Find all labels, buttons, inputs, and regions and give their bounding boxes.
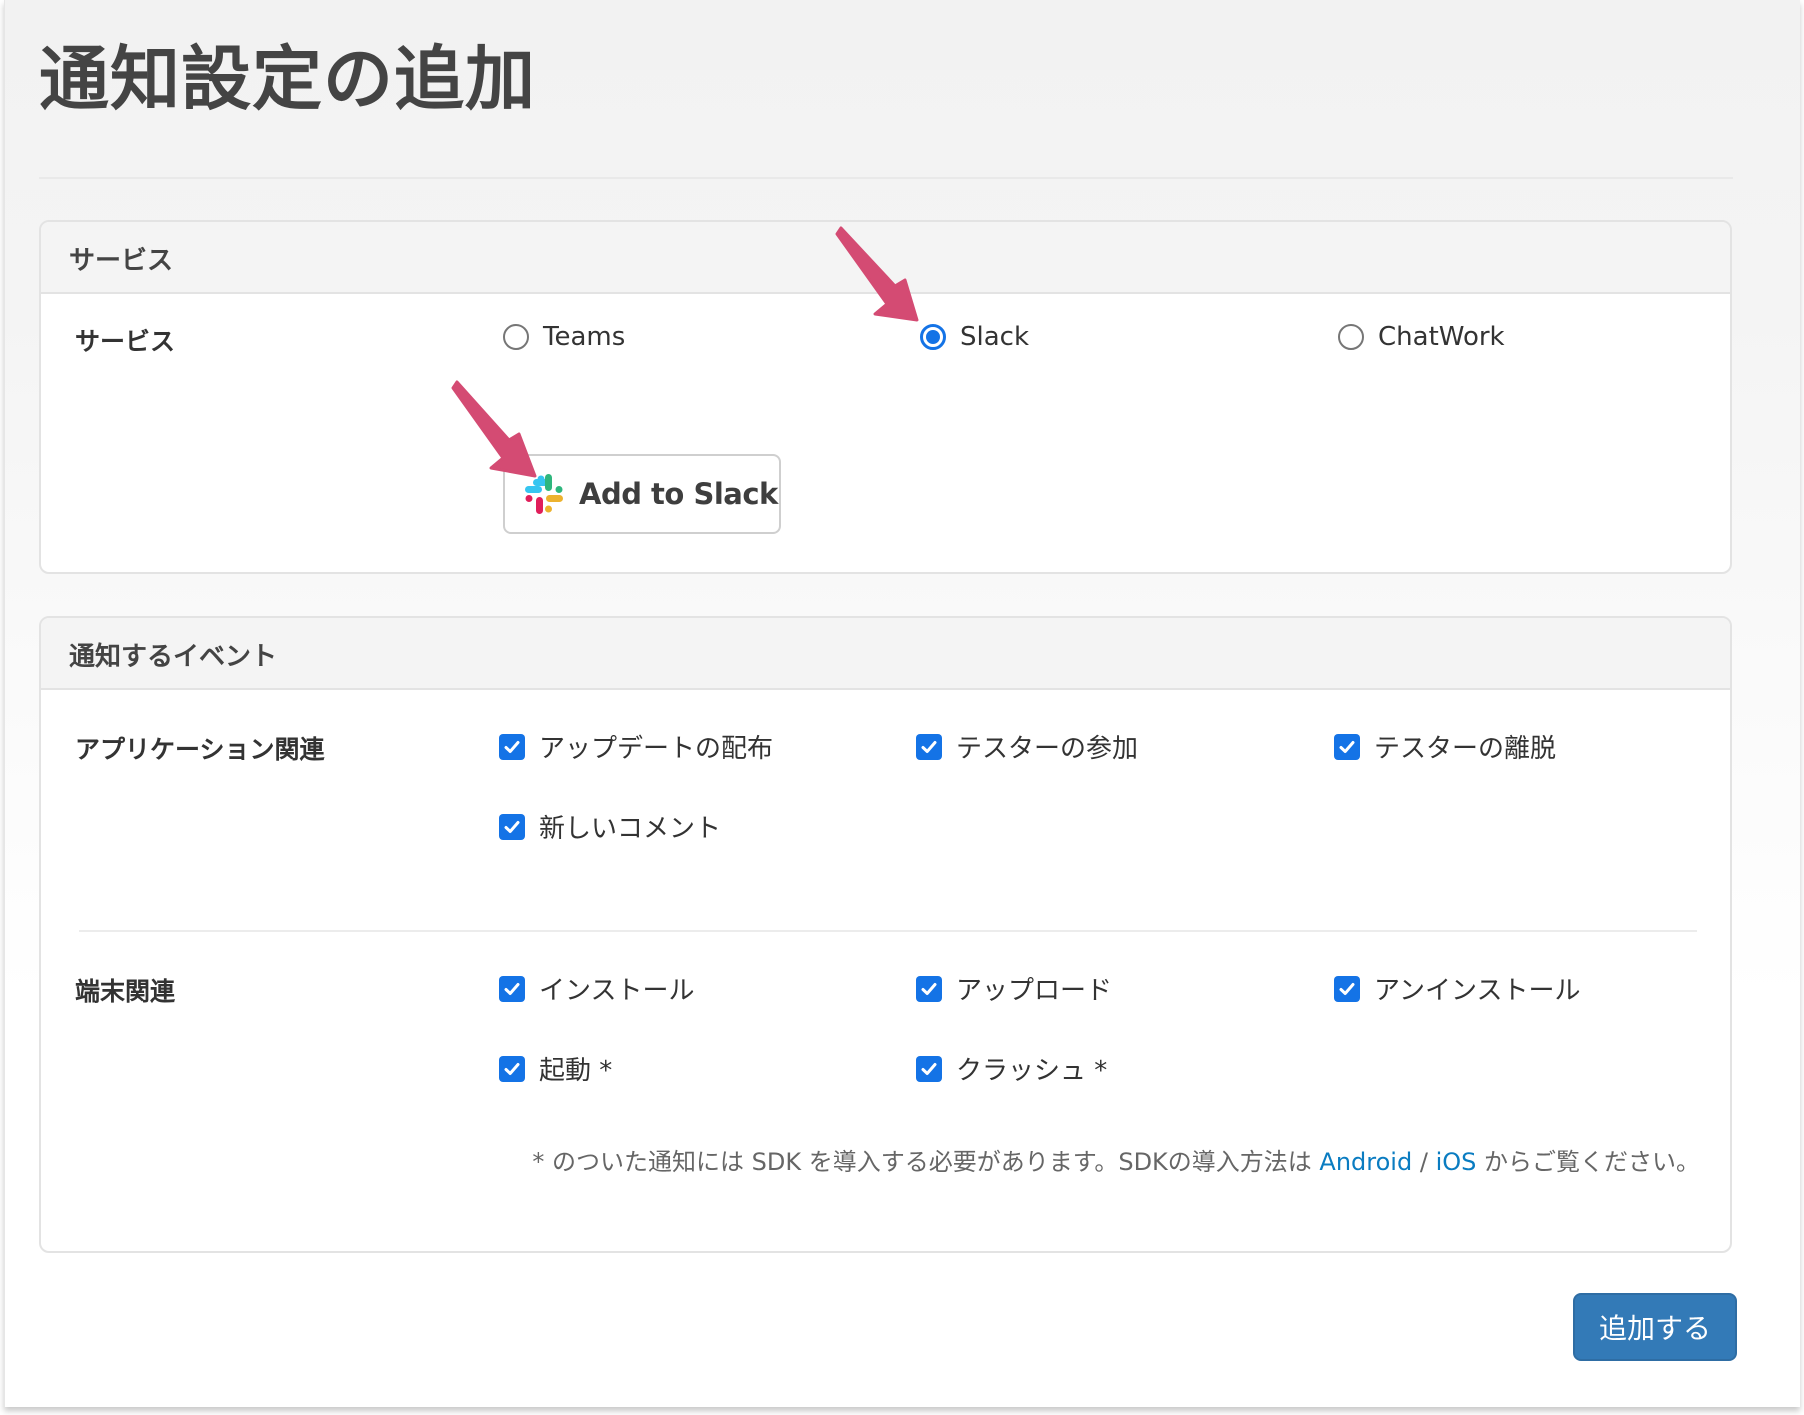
checkbox-checked-icon[interactable] <box>916 733 942 760</box>
android-link[interactable]: Android <box>1319 1148 1412 1176</box>
sdk-note-suffix: からご覧ください。 <box>1476 1148 1700 1176</box>
checkbox-label: 新しいコメント <box>539 814 722 844</box>
service-panel: サービス サービス Teams Slack ChatWork Add to Sl… <box>39 220 1732 574</box>
checkbox-checked-icon[interactable] <box>1334 733 1360 760</box>
submit-add-button[interactable]: 追加する <box>1573 1293 1737 1361</box>
checkbox-checked-icon[interactable] <box>499 975 525 1002</box>
checkbox-launch[interactable]: 起動 * <box>499 1050 612 1087</box>
sdk-note-prefix: * のついた通知には SDK を導入する必要があります。SDKの導入方法は <box>532 1148 1320 1176</box>
checkbox-label: アンインストール <box>1374 976 1581 1006</box>
radio-teams-label: Teams <box>543 322 626 352</box>
checkbox-tester-leave[interactable]: テスターの離脱 <box>1334 728 1556 765</box>
checkbox-label: アップロード <box>956 976 1113 1006</box>
service-panel-heading: サービス <box>41 222 1730 294</box>
radio-chatwork-label: ChatWork <box>1378 322 1505 352</box>
title-divider <box>39 177 1733 179</box>
ios-link[interactable]: iOS <box>1436 1148 1477 1176</box>
radio-chatwork-button[interactable] <box>1338 324 1364 350</box>
checkbox-checked-icon[interactable] <box>916 975 942 1002</box>
checkbox-checked-icon[interactable] <box>499 813 525 840</box>
events-panel-heading: 通知するイベント <box>41 618 1730 690</box>
checkbox-checked-icon[interactable] <box>916 1055 942 1082</box>
radio-slack[interactable]: Slack <box>920 322 1029 352</box>
checkbox-upload[interactable]: アップロード <box>916 970 1112 1007</box>
checkbox-checked-icon[interactable] <box>499 1055 525 1082</box>
checkbox-label: テスターの参加 <box>956 734 1139 764</box>
checkbox-update-distribution[interactable]: アップデートの配布 <box>499 728 773 765</box>
page-frame: 通知設定の追加 サービス サービス Teams Slack ChatWork A… <box>4 0 1800 1407</box>
checkbox-tester-join[interactable]: テスターの参加 <box>916 728 1138 765</box>
events-panel: 通知するイベント アプリケーション関連 アップデートの配布 テスターの参加 テス… <box>39 616 1732 1253</box>
group-divider <box>79 930 1697 932</box>
checkbox-new-comment[interactable]: 新しいコメント <box>499 808 721 845</box>
checkbox-crash[interactable]: クラッシュ * <box>916 1050 1107 1087</box>
service-row-label: サービス <box>75 327 176 356</box>
sdk-note: * のついた通知には SDK を導入する必要があります。SDKの導入方法は An… <box>532 1142 1700 1177</box>
radio-teams-button[interactable] <box>503 324 529 350</box>
checkbox-label: 起動 * <box>539 1056 613 1086</box>
device-group-label: 端末関連 <box>75 977 176 1006</box>
checkbox-label: クラッシュ * <box>956 1056 1108 1086</box>
checkbox-checked-icon[interactable] <box>499 733 525 760</box>
app-group-label: アプリケーション関連 <box>75 735 325 764</box>
checkbox-checked-icon[interactable] <box>1334 975 1360 1002</box>
radio-chatwork[interactable]: ChatWork <box>1338 322 1505 352</box>
add-to-slack-button[interactable]: Add to Slack <box>503 454 781 534</box>
checkbox-uninstall[interactable]: アンインストール <box>1334 970 1580 1007</box>
radio-teams[interactable]: Teams <box>503 322 625 352</box>
checkbox-install[interactable]: インストール <box>499 970 694 1007</box>
checkbox-label: テスターの離脱 <box>1374 734 1557 764</box>
sdk-note-separator: / <box>1412 1148 1436 1176</box>
checkbox-label: アップデートの配布 <box>539 734 774 764</box>
add-to-slack-label: Add to Slack <box>579 477 778 511</box>
checkbox-label: インストール <box>539 976 695 1006</box>
radio-slack-button[interactable] <box>920 324 946 350</box>
radio-slack-label: Slack <box>960 322 1030 352</box>
page-title: 通知設定の追加 <box>39 38 536 120</box>
slack-logo-icon <box>525 474 563 514</box>
